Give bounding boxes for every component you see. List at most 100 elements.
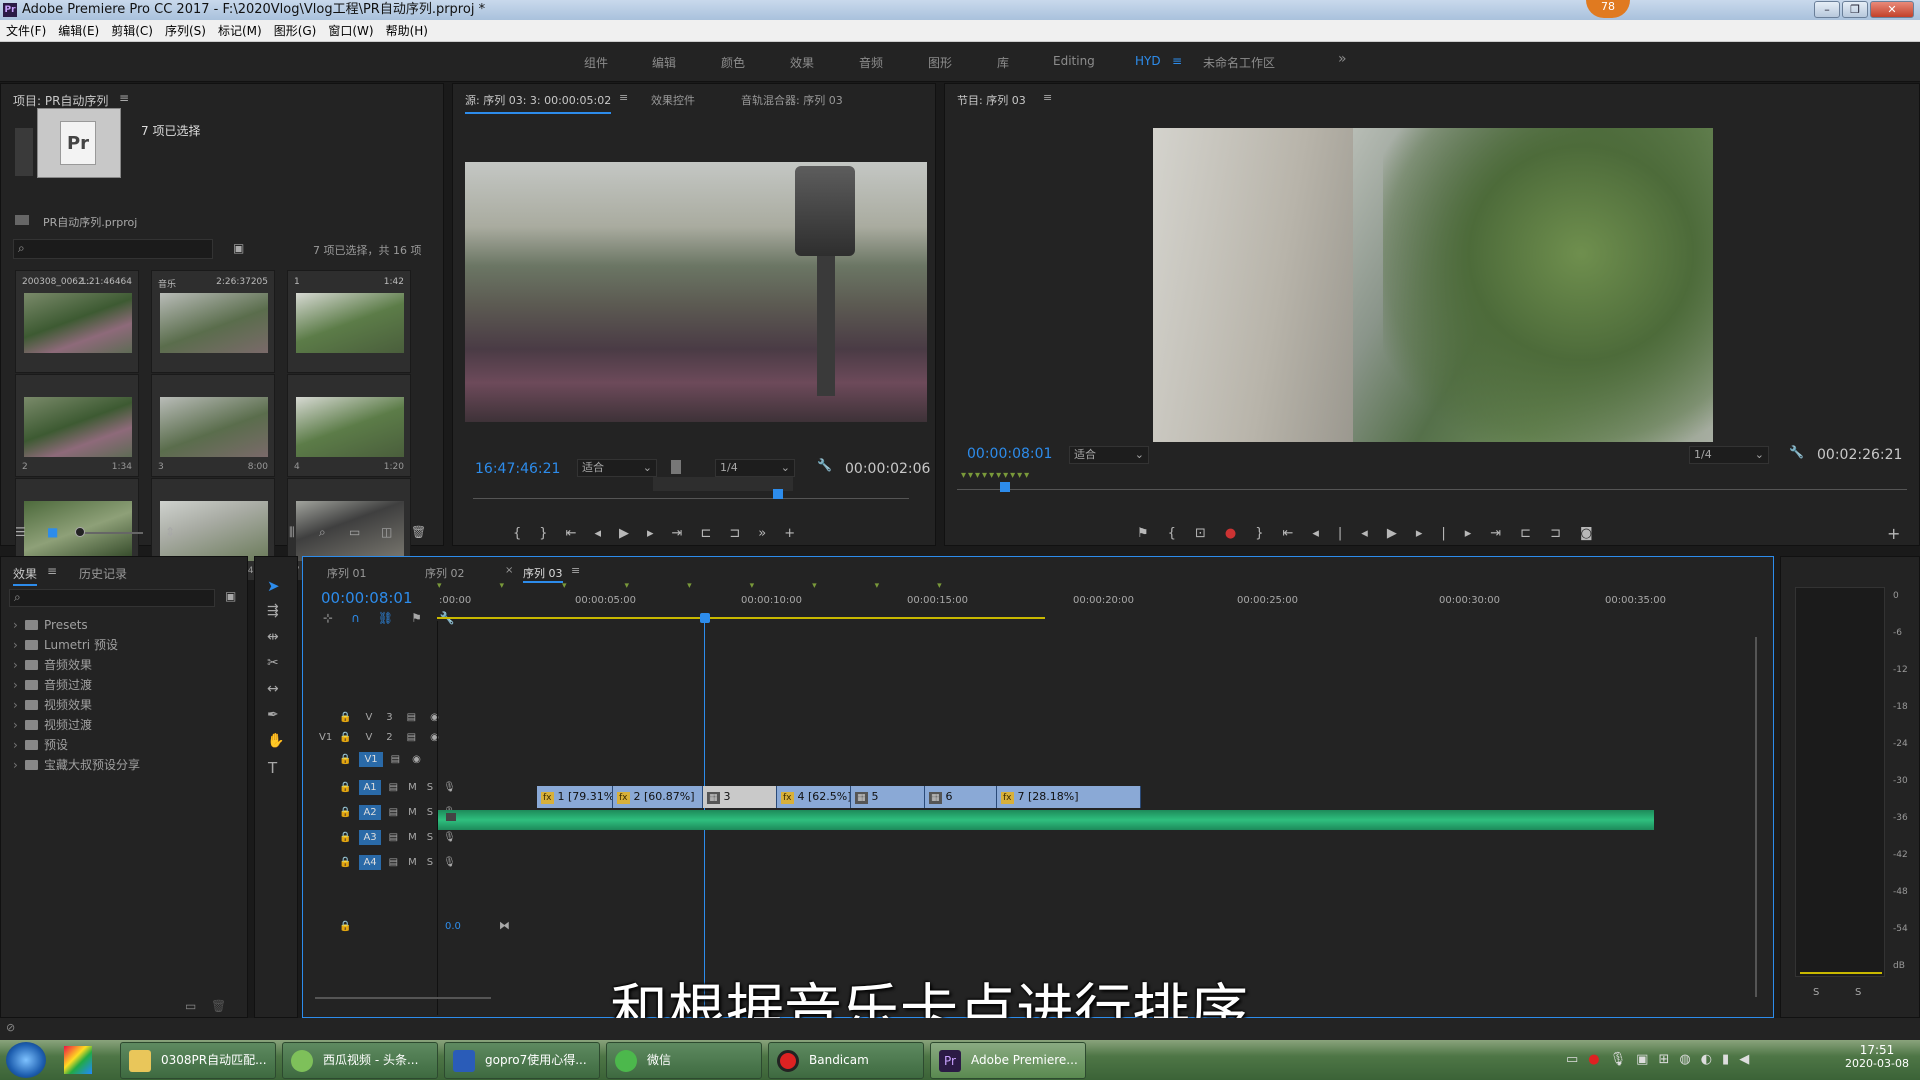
taskbar-item[interactable]: 0308PR自动匹配... — [120, 1042, 276, 1079]
effects-folder[interactable]: 视频效果 — [11, 695, 241, 715]
track-header-scrollbar[interactable] — [315, 997, 491, 999]
lock-icon[interactable]: 🔒 — [339, 782, 351, 793]
effects-folder[interactable]: 视频过渡 — [11, 715, 241, 735]
slip-tool-icon[interactable]: ↔ — [267, 681, 279, 697]
project-panel-title[interactable]: 项目: PR自动序列 — [13, 92, 108, 109]
video-clip[interactable]: fx 1 [79.31%] — [537, 786, 613, 808]
play-icon[interactable]: ▶ — [619, 526, 647, 541]
lock-icon[interactable]: 🔒 — [339, 754, 351, 765]
sort-icon[interactable]: ⇕ — [165, 525, 175, 539]
mic-icon[interactable]: 🎙 — [443, 832, 456, 843]
timeline-vertical-scrollbar[interactable] — [1755, 637, 1757, 997]
source-timecode[interactable]: 16:47:46:21 — [475, 461, 560, 477]
effects-folder[interactable]: 音频过渡 — [11, 675, 241, 695]
nvidia-tray-icon[interactable]: ▣ — [1636, 1052, 1658, 1067]
snap-icon[interactable]: ∩ — [351, 611, 378, 625]
menu-file[interactable]: 文件(F) — [0, 20, 52, 42]
tab-sequence-01[interactable]: 序列 01 — [327, 565, 367, 581]
mic-icon[interactable]: 🎙 — [443, 782, 456, 793]
workspace-tab[interactable]: 颜色 — [721, 54, 745, 71]
video-clip[interactable]: fx 7 [28.18%] — [997, 786, 1141, 808]
effects-folder[interactable]: 音频效果 — [11, 655, 241, 675]
type-tool-icon[interactable]: T — [268, 759, 277, 777]
effects-folder[interactable]: Presets — [11, 615, 241, 635]
close-tab-icon[interactable]: × — [505, 565, 513, 576]
step-forward-icon[interactable]: ▸ — [1465, 526, 1491, 541]
program-scrubber[interactable] — [957, 489, 1907, 490]
maximize-button[interactable]: ❐ — [1842, 1, 1868, 18]
mark-in-icon[interactable]: { — [513, 526, 539, 541]
wrench-icon[interactable]: 🔧 — [817, 458, 832, 472]
new-folder-icon[interactable]: ▭ — [185, 999, 196, 1013]
effects-folder[interactable]: 宝藏大叔预设分享 — [11, 755, 241, 775]
insert-icon[interactable]: ⊏ — [700, 526, 729, 541]
razor-tool-icon[interactable]: ✂ — [267, 655, 279, 671]
effects-folder[interactable]: 预设 — [11, 735, 241, 755]
video-clip[interactable]: fx 4 [62.5%] — [777, 786, 851, 808]
go-to-out-icon[interactable]: ⇥ — [1490, 526, 1520, 541]
project-clip-thumbnail[interactable]: 1 1:42 — [287, 270, 411, 373]
video-clip[interactable]: ▦ 6 — [925, 786, 997, 808]
mute-button[interactable]: M — [408, 807, 417, 818]
new-custom-bin-icon[interactable]: ▣ — [225, 589, 236, 603]
project-search-input[interactable]: ⌕ — [13, 239, 213, 259]
sync-icon[interactable]: ▤ — [389, 807, 398, 818]
ripple-edit-tool-icon[interactable]: ⇹ — [267, 629, 279, 645]
panel-menu-icon[interactable]: ≡ — [619, 91, 628, 104]
insert-nest-icon[interactable]: ⊹ — [323, 611, 351, 625]
program-title[interactable]: 节目: 序列 03 — [957, 92, 1026, 108]
eye-icon[interactable]: ◉ — [430, 732, 453, 743]
overwrite-icon[interactable]: ⊐ — [729, 526, 758, 541]
zoom-slider-handle[interactable] — [75, 527, 85, 537]
track-select-tool-icon[interactable]: ⇶ — [267, 603, 279, 619]
workspace-tab-active[interactable]: HYD — [1135, 54, 1161, 68]
solo-button[interactable]: S — [427, 857, 433, 868]
program-timecode[interactable]: 00:00:08:01 — [967, 446, 1052, 462]
sync-icon[interactable]: ▤ — [389, 832, 398, 843]
project-clip-thumbnail[interactable]: 3 8:00 — [151, 374, 275, 477]
mic-tray-icon[interactable]: 🎙 — [1610, 1052, 1637, 1067]
tab-effects[interactable]: 效果 — [13, 565, 38, 586]
sync-icon[interactable]: ▤ — [407, 732, 430, 743]
taskbar-item[interactable]: 微信 — [606, 1042, 762, 1079]
play-icon[interactable]: ▶ — [1387, 526, 1416, 541]
video-clip[interactable]: ▦ 5 — [851, 786, 925, 808]
eye-icon[interactable]: ◉ — [430, 712, 453, 723]
step-forward-icon[interactable]: ▸ — [647, 526, 672, 541]
project-clip-thumbnail[interactable]: 4 1:20 — [287, 374, 411, 477]
new-bin-icon[interactable]: ▭ — [349, 525, 360, 539]
tray-icon[interactable]: ▭ — [1566, 1052, 1588, 1067]
panel-menu-icon[interactable]: ≡ — [119, 91, 129, 105]
taskbar-item[interactable]: 西瓜视频 - 头条... — [282, 1042, 438, 1079]
tab-history[interactable]: 历史记录 — [79, 565, 127, 582]
menu-edit[interactable]: 编辑(E) — [52, 20, 105, 42]
video-clip[interactable]: fx 2 [60.87%] — [613, 786, 703, 808]
linked-selection-icon[interactable]: ⛓ — [378, 611, 411, 625]
lock-icon[interactable]: 🔒 — [339, 832, 351, 843]
sync-icon[interactable]: ▤ — [389, 782, 398, 793]
tab-sequence-02[interactable]: 序列 02 — [425, 565, 465, 581]
mute-button[interactable]: M — [408, 857, 417, 868]
source-playhead[interactable] — [773, 489, 783, 499]
panel-menu-icon[interactable]: ≡ — [1043, 91, 1052, 104]
menu-graphics[interactable]: 图形(G) — [268, 20, 323, 42]
workspace-tab[interactable]: 效果 — [790, 54, 814, 71]
minimize-button[interactable]: – — [1814, 1, 1840, 18]
record-icon[interactable]: ● — [1225, 526, 1255, 541]
selection-tool-icon[interactable]: ➤ — [267, 577, 280, 595]
lock-icon[interactable]: 🔒 — [339, 857, 351, 868]
menu-window[interactable]: 窗口(W) — [322, 20, 379, 42]
safe-margin-icon[interactable] — [671, 460, 681, 474]
workspace-tab[interactable]: 音频 — [859, 54, 883, 71]
solo-button[interactable]: S — [427, 782, 433, 793]
icon-view-icon[interactable]: ■ — [47, 525, 58, 539]
delete-icon[interactable]: 🗑 — [211, 999, 226, 1013]
project-clip-thumbnail[interactable]: 音乐 2:26:37205 — [151, 270, 275, 373]
wrench-icon[interactable]: 🔧 — [1789, 445, 1804, 459]
step-back-icon[interactable]: ◂ — [594, 526, 619, 541]
effects-folder[interactable]: Lumetri 预设 — [11, 635, 241, 655]
sync-icon[interactable]: ▤ — [407, 712, 430, 723]
workspace-tab[interactable]: 图形 — [928, 54, 952, 71]
workspace-menu-icon[interactable]: ≡ — [1172, 54, 1182, 68]
mic-icon[interactable]: 🎙 — [443, 857, 456, 868]
